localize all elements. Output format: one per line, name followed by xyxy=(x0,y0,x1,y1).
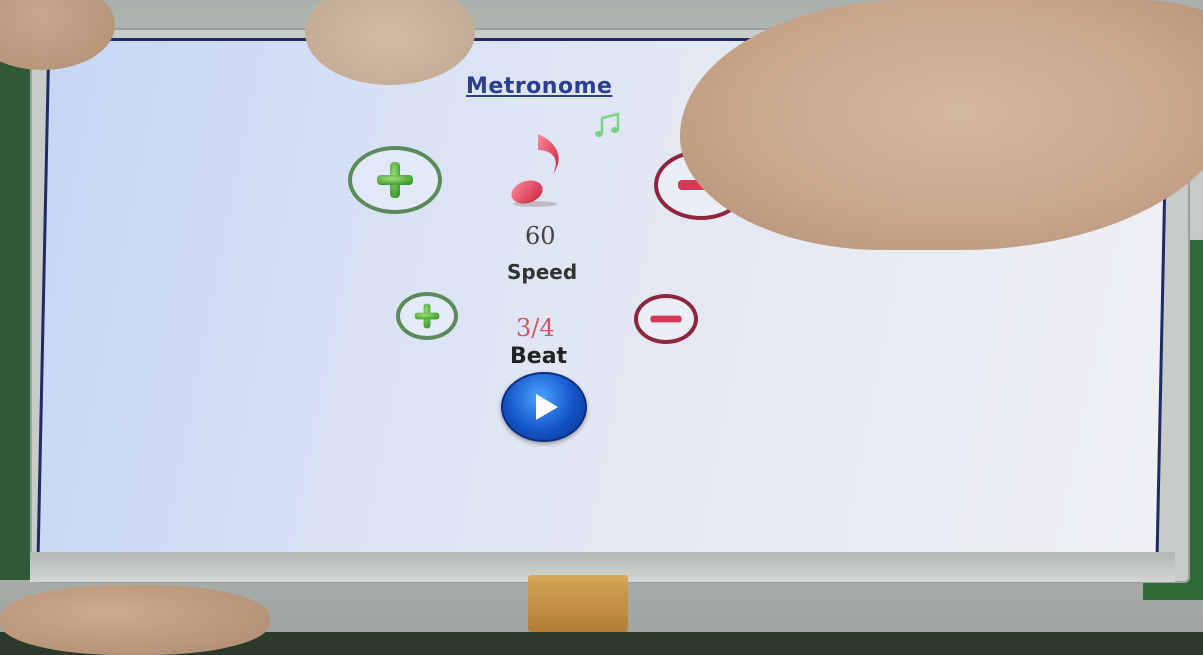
beat-increase-button[interactable] xyxy=(396,292,458,340)
speed-increase-button[interactable] xyxy=(348,146,442,214)
speed-value: 60 xyxy=(525,222,556,250)
speed-label: Speed xyxy=(507,260,578,284)
beat-decrease-button[interactable] xyxy=(634,294,698,344)
play-icon xyxy=(536,394,558,420)
double-music-note-icon xyxy=(595,112,620,137)
finger-occlusion-bottom-left xyxy=(0,585,270,655)
play-button[interactable] xyxy=(501,372,587,442)
plus-icon xyxy=(377,162,413,198)
music-note-icon xyxy=(511,131,559,207)
beat-value: 3/4 xyxy=(516,314,555,342)
beat-label: Beat xyxy=(510,344,568,369)
app-title: Metronome xyxy=(466,74,613,99)
hand-occlusion-right xyxy=(680,0,1203,250)
plus-icon xyxy=(414,303,440,329)
minus-icon xyxy=(650,315,682,323)
